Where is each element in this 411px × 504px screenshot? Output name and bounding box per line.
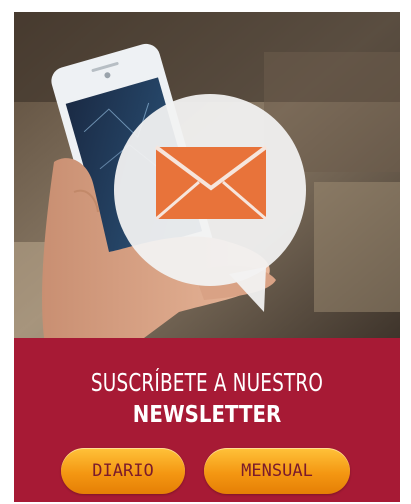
newsletter-card: SUSCRÍBETE A NUESTRO NEWSLETTER DIARIO M…: [14, 12, 400, 502]
hero-photo: [14, 12, 400, 338]
envelope-icon: [154, 145, 268, 221]
daily-subscribe-button[interactable]: DIARIO: [61, 448, 185, 494]
headline-line-2: NEWSLETTER: [132, 402, 282, 428]
newsletter-panel: SUSCRÍBETE A NUESTRO NEWSLETTER DIARIO M…: [14, 338, 400, 502]
monthly-subscribe-button[interactable]: MENSUAL: [204, 448, 350, 494]
phone-in-hand-illustration: [14, 12, 400, 338]
headline-line-1: SUSCRÍBETE A NUESTRO: [90, 368, 324, 397]
